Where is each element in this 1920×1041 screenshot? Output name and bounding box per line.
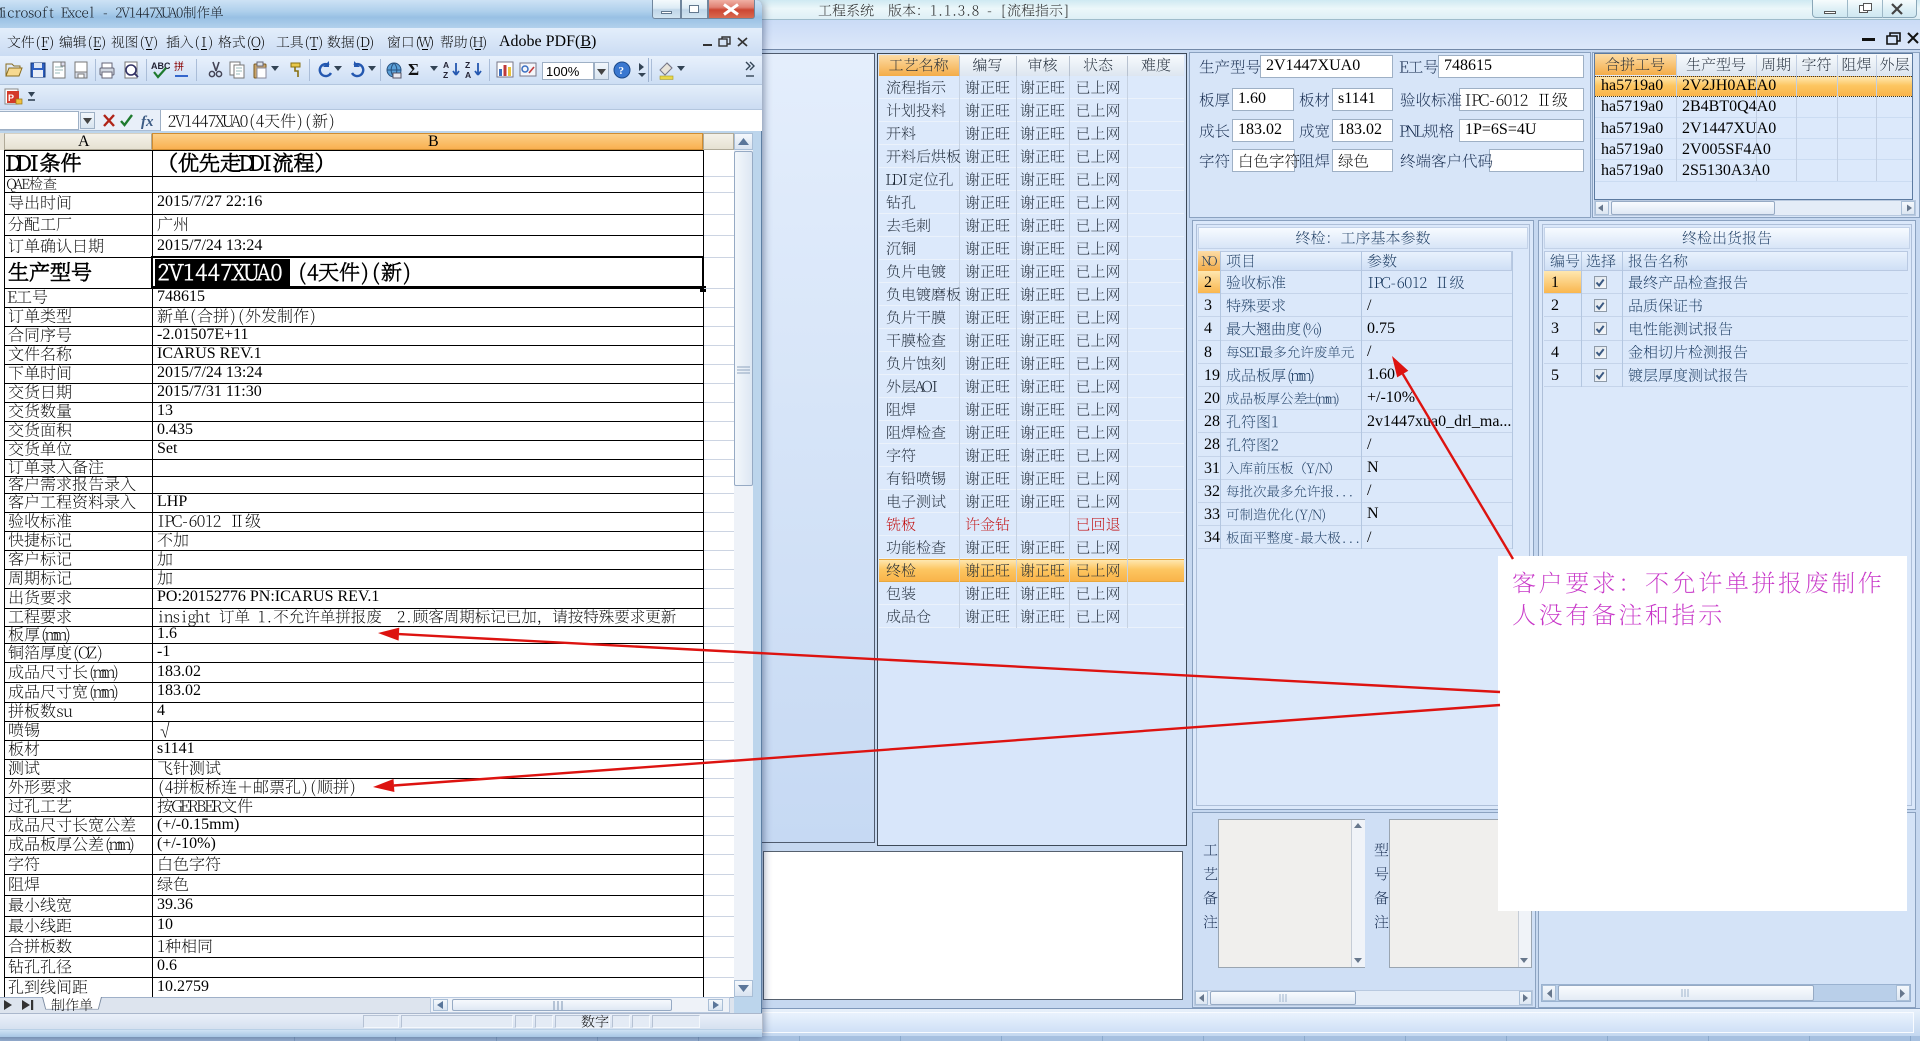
svg-text:ABC: ABC (151, 61, 170, 71)
svg-text:Z: Z (443, 70, 448, 80)
svg-text:fx: fx (141, 114, 154, 129)
svg-text:A: A (443, 60, 449, 70)
svg-text:Z: Z (465, 60, 470, 70)
svg-text:P: P (8, 93, 14, 103)
svg-text:拼: 拼 (174, 60, 184, 73)
svg-text:A: A (465, 70, 471, 80)
svg-text:?: ? (619, 65, 625, 77)
